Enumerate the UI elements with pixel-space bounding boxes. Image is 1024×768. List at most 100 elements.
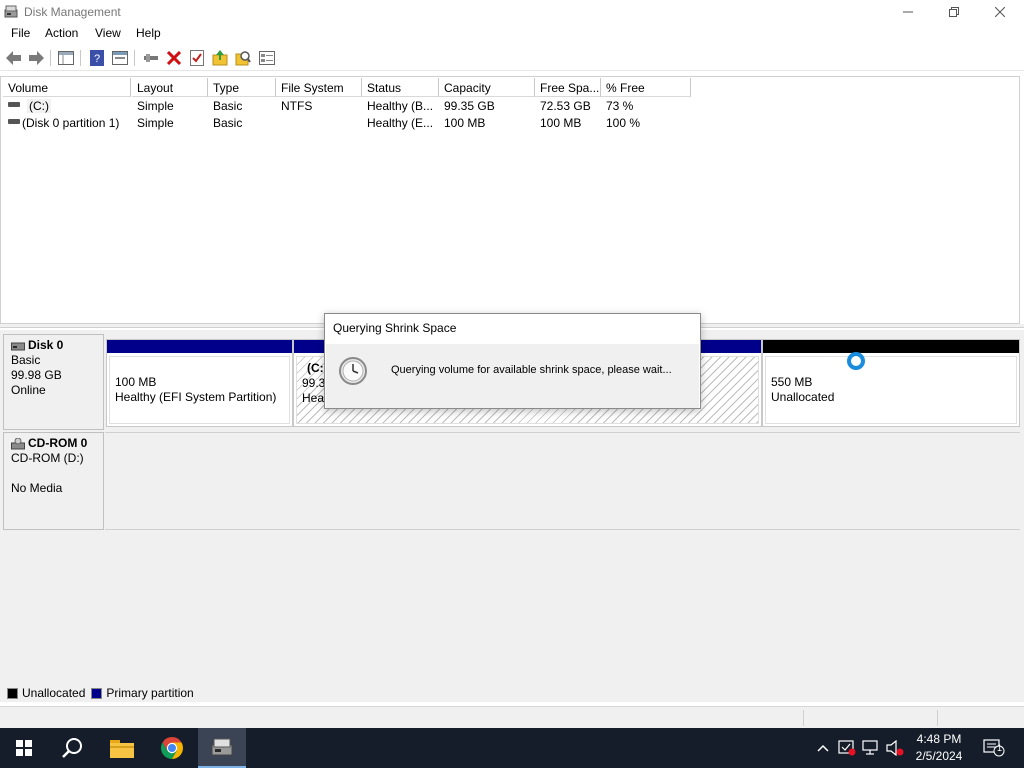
partition-status: Healthy (EFI System Partition) <box>115 390 277 404</box>
cdrom-0-area <box>105 432 1020 530</box>
delete-button[interactable] <box>164 48 184 68</box>
restore-button[interactable] <box>931 0 977 24</box>
menu-view[interactable]: View <box>93 26 123 40</box>
title-bar: Disk Management <box>0 0 1024 24</box>
properties-icon <box>112 51 128 65</box>
disk-0-label[interactable]: Disk 0 Basic 99.98 GB Online <box>3 334 104 430</box>
cell-free-space: 72.53 GB <box>540 99 591 113</box>
file-explorer-button[interactable] <box>98 728 146 768</box>
toolbar-separator <box>134 50 135 66</box>
volume-list[interactable]: Volume Layout Type File System Status Ca… <box>0 76 1020 324</box>
start-icon <box>16 740 32 756</box>
checklist-button[interactable] <box>187 48 207 68</box>
status-separator <box>803 710 804 726</box>
busy-spinner-icon <box>847 352 865 370</box>
disk-icon <box>11 342 25 350</box>
notification-center-button[interactable]: 1 <box>982 738 1006 758</box>
unallocated-bar <box>763 340 1019 353</box>
forward-button[interactable] <box>26 48 46 68</box>
menu-help[interactable]: Help <box>134 26 163 40</box>
column-file-system[interactable]: File System <box>276 78 362 97</box>
cell-capacity: 99.35 GB <box>444 99 495 113</box>
cell-type: Basic <box>213 99 243 113</box>
legend-label-unallocated: Unallocated <box>22 686 86 700</box>
menu-action[interactable]: Action <box>43 26 80 40</box>
partition-efi-body: 100 MB Healthy (EFI System Partition) <box>109 356 290 424</box>
drive-icon <box>8 119 20 124</box>
partition-size: 100 MB <box>115 375 157 389</box>
cell-capacity: 100 MB <box>444 116 486 130</box>
column-percent-free[interactable]: % Free <box>601 78 691 97</box>
column-free-space[interactable]: Free Spa... <box>535 78 601 97</box>
close-button[interactable] <box>977 0 1023 24</box>
column-type[interactable]: Type <box>208 78 276 97</box>
table-row[interactable]: (Disk 0 partition 1) Simple Basic Health… <box>3 114 1013 131</box>
taskbar-search-button[interactable] <box>48 728 96 768</box>
connect-icon <box>144 54 158 62</box>
clock-icon <box>339 357 367 385</box>
taskbar-clock[interactable]: 4:48 PM 2/5/2024 <box>906 731 972 765</box>
partition-efi[interactable]: 100 MB Healthy (EFI System Partition) <box>106 339 293 427</box>
dialog-title: Querying Shrink Space <box>333 321 457 335</box>
chevron-up-icon <box>817 744 829 752</box>
chrome-button[interactable] <box>148 728 196 768</box>
start-button[interactable] <box>0 728 48 768</box>
legend-label-primary: Primary partition <box>106 686 194 700</box>
volume-tray-button[interactable] <box>886 738 904 758</box>
dialog-message: Querying volume for available shrink spa… <box>391 364 672 376</box>
cell-status: Healthy (E... <box>367 116 434 130</box>
menu-file[interactable]: File <box>9 26 32 40</box>
disk-name: Disk 0 <box>28 338 64 352</box>
toolbar: ? <box>0 45 1024 71</box>
back-icon <box>6 51 21 65</box>
delete-icon <box>167 51 181 65</box>
import-button[interactable] <box>210 48 230 68</box>
clock-time: 4:48 PM <box>916 732 962 746</box>
disk-state: No Media <box>11 481 63 495</box>
primary-partition-bar <box>107 340 292 353</box>
help-button[interactable]: ? <box>87 48 107 68</box>
security-tray-button[interactable] <box>838 738 856 758</box>
taskbar: 4:48 PM 2/5/2024 1 <box>0 728 1024 768</box>
back-button[interactable] <box>4 48 24 68</box>
search-button[interactable] <box>233 48 253 68</box>
security-icon <box>838 740 856 756</box>
menu-bar: File Action View Help <box>0 24 1024 44</box>
legend-swatch-unallocated <box>7 687 18 699</box>
minimize-button[interactable] <box>885 0 931 24</box>
properties-button[interactable] <box>110 48 130 68</box>
toolbar-separator <box>50 50 51 66</box>
drive-icon <box>8 102 20 107</box>
cell-percent-free: 73 % <box>606 99 634 113</box>
partition-size: 550 MB <box>771 375 813 389</box>
close-icon <box>995 7 1005 17</box>
restore-icon <box>949 7 959 17</box>
disk-management-icon <box>211 738 233 756</box>
querying-shrink-dialog: Querying Shrink Space Querying volume fo… <box>324 313 701 409</box>
disk-management-taskbar-button[interactable] <box>198 728 246 768</box>
partition-unallocated[interactable]: 550 MB Unallocated <box>762 339 1020 427</box>
disk-type: Basic <box>11 353 41 367</box>
cell-percent-free: 100 % <box>606 116 641 130</box>
settings-list-button[interactable] <box>257 48 277 68</box>
svg-text:?: ? <box>94 53 100 65</box>
legend: Unallocated Primary partition <box>7 686 200 700</box>
column-status[interactable]: Status <box>362 78 439 97</box>
console-tree-button[interactable] <box>56 48 76 68</box>
table-row[interactable]: (C:) Simple Basic NTFS Healthy (B... 99.… <box>3 97 1013 114</box>
settings-list-icon <box>259 51 275 65</box>
status-separator <box>937 710 938 726</box>
connect-button[interactable] <box>141 48 161 68</box>
cell-status: Healthy (B... <box>367 99 434 113</box>
clock-date: 2/5/2024 <box>915 749 963 763</box>
column-capacity[interactable]: Capacity <box>439 78 535 97</box>
cell-layout: Simple <box>137 116 174 130</box>
cell-free-space: 100 MB <box>540 116 582 130</box>
network-tray-button[interactable] <box>862 738 880 758</box>
console-tree-icon <box>58 51 74 65</box>
disk-state: Online <box>11 383 46 397</box>
column-layout[interactable]: Layout <box>132 78 208 97</box>
cdrom-0-label[interactable]: CD-ROM 0 CD-ROM (D:) No Media <box>3 432 104 530</box>
show-hidden-icons-button[interactable] <box>814 738 832 758</box>
column-volume[interactable]: Volume <box>3 78 131 97</box>
